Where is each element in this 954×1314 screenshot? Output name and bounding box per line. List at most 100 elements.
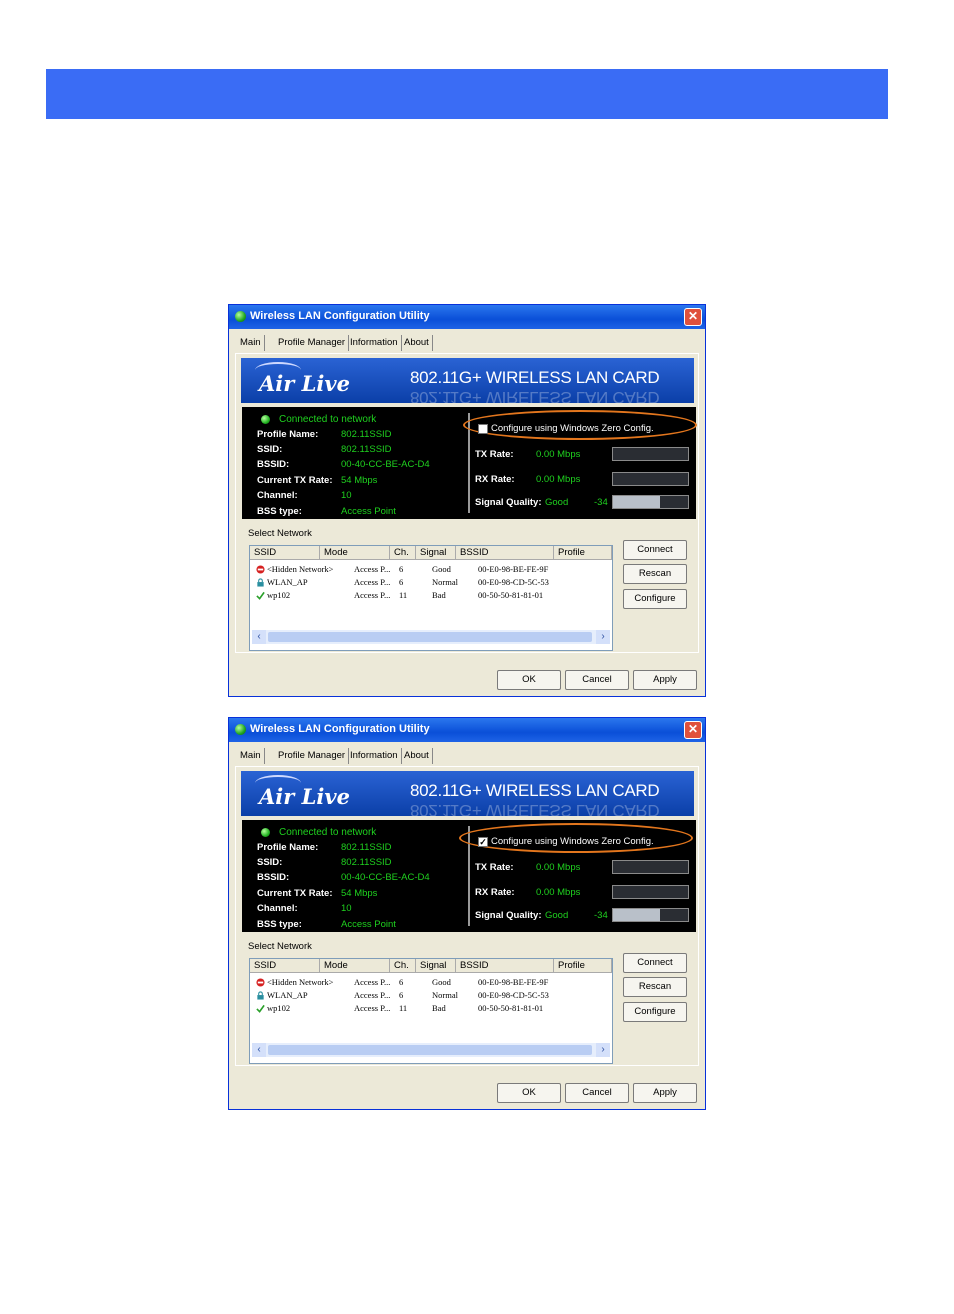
rescan-button[interactable]: Rescan <box>623 564 687 584</box>
network-mode: Access P... <box>354 977 391 987</box>
tab-information[interactable]: Information <box>347 335 402 351</box>
network-signal: Good <box>432 564 451 574</box>
tx-rate-current-value: 54 Mbps <box>341 475 378 486</box>
product-name-reflection: 802.11G+ WIRELESS LAN CARD <box>410 388 660 403</box>
column-header-channel[interactable]: Ch. <box>390 546 416 560</box>
network-ssid[interactable]: <Hidden Network> <box>267 564 333 574</box>
column-header-bssid[interactable]: BSSID <box>456 546 554 560</box>
wlan-utility-window: Wireless LAN Configuration Utility ✕ Mai… <box>228 717 706 1110</box>
rx-rate-bar <box>612 885 689 899</box>
network-ssid[interactable]: wp102 <box>267 1003 290 1013</box>
cancel-button[interactable]: Cancel <box>565 1083 629 1103</box>
horizontal-scrollbar[interactable]: ‹ › <box>252 1043 610 1057</box>
tab-main[interactable]: Main <box>237 335 265 351</box>
zero-config-label[interactable]: Configure using Windows Zero Config. <box>491 423 654 434</box>
no-entry-icon <box>256 978 265 987</box>
tab-about[interactable]: About <box>401 748 433 764</box>
apply-button[interactable]: Apply <box>633 1083 697 1103</box>
connection-status-text: Connected to network <box>279 827 377 838</box>
lock-icon <box>257 991 264 1000</box>
connection-status-panel: Connected to network Profile Name: 802.1… <box>242 407 697 519</box>
scrollbar-thumb[interactable] <box>268 1045 592 1055</box>
scroll-left-icon[interactable]: ‹ <box>252 1043 266 1057</box>
network-signal: Good <box>432 977 451 987</box>
rescan-button[interactable]: Rescan <box>623 977 687 997</box>
network-ssid[interactable]: WLAN_AP <box>267 990 308 1000</box>
cancel-button[interactable]: Cancel <box>565 670 629 690</box>
apply-button[interactable]: Apply <box>633 670 697 690</box>
column-header-ssid[interactable]: SSID <box>250 959 320 973</box>
ssid-label: SSID: <box>257 444 283 455</box>
column-header-profile[interactable]: Profile <box>554 959 612 973</box>
tab-profile-manager[interactable]: Profile Manager <box>275 748 350 764</box>
wlan-utility-window: Wireless LAN Configuration Utility ✕ Mai… <box>228 304 706 697</box>
tab-about[interactable]: About <box>401 335 433 351</box>
no-entry-icon <box>256 565 265 574</box>
ssid-value: 802.11SSID <box>341 444 392 455</box>
column-header-channel[interactable]: Ch. <box>390 959 416 973</box>
connect-button[interactable]: Connect <box>623 540 687 560</box>
bss-type-value: Access Point <box>341 506 396 517</box>
channel-value: 10 <box>341 490 352 501</box>
network-bssid: 00-50-50-81-81-01 <box>478 590 544 600</box>
network-ssid[interactable]: wp102 <box>267 590 290 600</box>
column-header-signal[interactable]: Signal <box>416 546 456 560</box>
select-network-label: Select Network <box>248 941 312 952</box>
column-header-ssid[interactable]: SSID <box>250 546 320 560</box>
connect-button[interactable]: Connect <box>623 953 687 973</box>
scroll-left-icon[interactable]: ‹ <box>252 630 266 644</box>
tx-rate-value: 0.00 Mbps <box>536 862 581 873</box>
signal-quality-bar <box>612 495 689 509</box>
network-channel: 6 <box>399 990 404 1000</box>
rx-rate-bar <box>612 472 689 486</box>
signal-quality-value: Good <box>545 497 569 508</box>
zero-config-checkbox[interactable] <box>478 424 488 434</box>
rx-rate-value: 0.00 Mbps <box>536 474 581 485</box>
ok-button[interactable]: OK <box>497 670 561 690</box>
tx-rate-current-label: Current TX Rate: <box>257 475 333 486</box>
configure-button[interactable]: Configure <box>623 589 687 609</box>
network-signal: Bad <box>432 1003 446 1013</box>
signal-quality-fill <box>613 496 660 508</box>
bss-type-value: Access Point <box>341 919 396 930</box>
close-icon[interactable]: ✕ <box>684 308 702 326</box>
zero-config-checkbox[interactable]: ✓ <box>478 837 488 847</box>
product-name: 802.11G+ WIRELESS LAN CARD <box>410 368 660 387</box>
column-header-mode[interactable]: Mode <box>320 546 390 560</box>
horizontal-scrollbar[interactable]: ‹ › <box>252 630 610 644</box>
tx-rate-current-label: Current TX Rate: <box>257 888 333 899</box>
scroll-right-icon[interactable]: › <box>596 1043 610 1057</box>
column-header-bssid[interactable]: BSSID <box>456 959 554 973</box>
lock-icon <box>257 578 264 587</box>
network-list[interactable]: SSID Mode Ch. Signal BSSID Profile <Hidd… <box>249 958 613 1064</box>
title-bar: Wireless LAN Configuration Utility ✕ <box>229 718 705 742</box>
network-list[interactable]: SSID Mode Ch. Signal BSSID Profile <Hidd… <box>249 545 613 651</box>
window-title: Wireless LAN Configuration Utility <box>250 310 430 322</box>
network-ssid[interactable]: <Hidden Network> <box>267 977 333 987</box>
configure-button[interactable]: Configure <box>623 1002 687 1022</box>
bssid-value: 00-40-CC-BE-AC-D4 <box>341 459 430 470</box>
tab-information[interactable]: Information <box>347 748 402 764</box>
profile-name-label: Profile Name: <box>257 429 319 440</box>
tx-rate-bar <box>612 860 689 874</box>
network-mode: Access P... <box>354 564 391 574</box>
tx-rate-current-value: 54 Mbps <box>341 888 378 899</box>
ok-button[interactable]: OK <box>497 1083 561 1103</box>
close-icon[interactable]: ✕ <box>684 721 702 739</box>
column-header-mode[interactable]: Mode <box>320 959 390 973</box>
network-mode: Access P... <box>354 990 391 1000</box>
brand-logo: Air Live <box>259 371 350 396</box>
signal-quality-label: Signal Quality: <box>475 910 542 921</box>
column-header-profile[interactable]: Profile <box>554 546 612 560</box>
network-ssid[interactable]: WLAN_AP <box>267 577 308 587</box>
bssid-label: BSSID: <box>257 459 290 470</box>
tab-main[interactable]: Main <box>237 748 265 764</box>
bss-type-label: BSS type: <box>257 506 302 517</box>
zero-config-label[interactable]: Configure using Windows Zero Config. <box>491 836 654 847</box>
signal-quality-value: Good <box>545 910 569 921</box>
rx-rate-value: 0.00 Mbps <box>536 887 581 898</box>
scrollbar-thumb[interactable] <box>268 632 592 642</box>
scroll-right-icon[interactable]: › <box>596 630 610 644</box>
column-header-signal[interactable]: Signal <box>416 959 456 973</box>
tab-profile-manager[interactable]: Profile Manager <box>275 335 350 351</box>
